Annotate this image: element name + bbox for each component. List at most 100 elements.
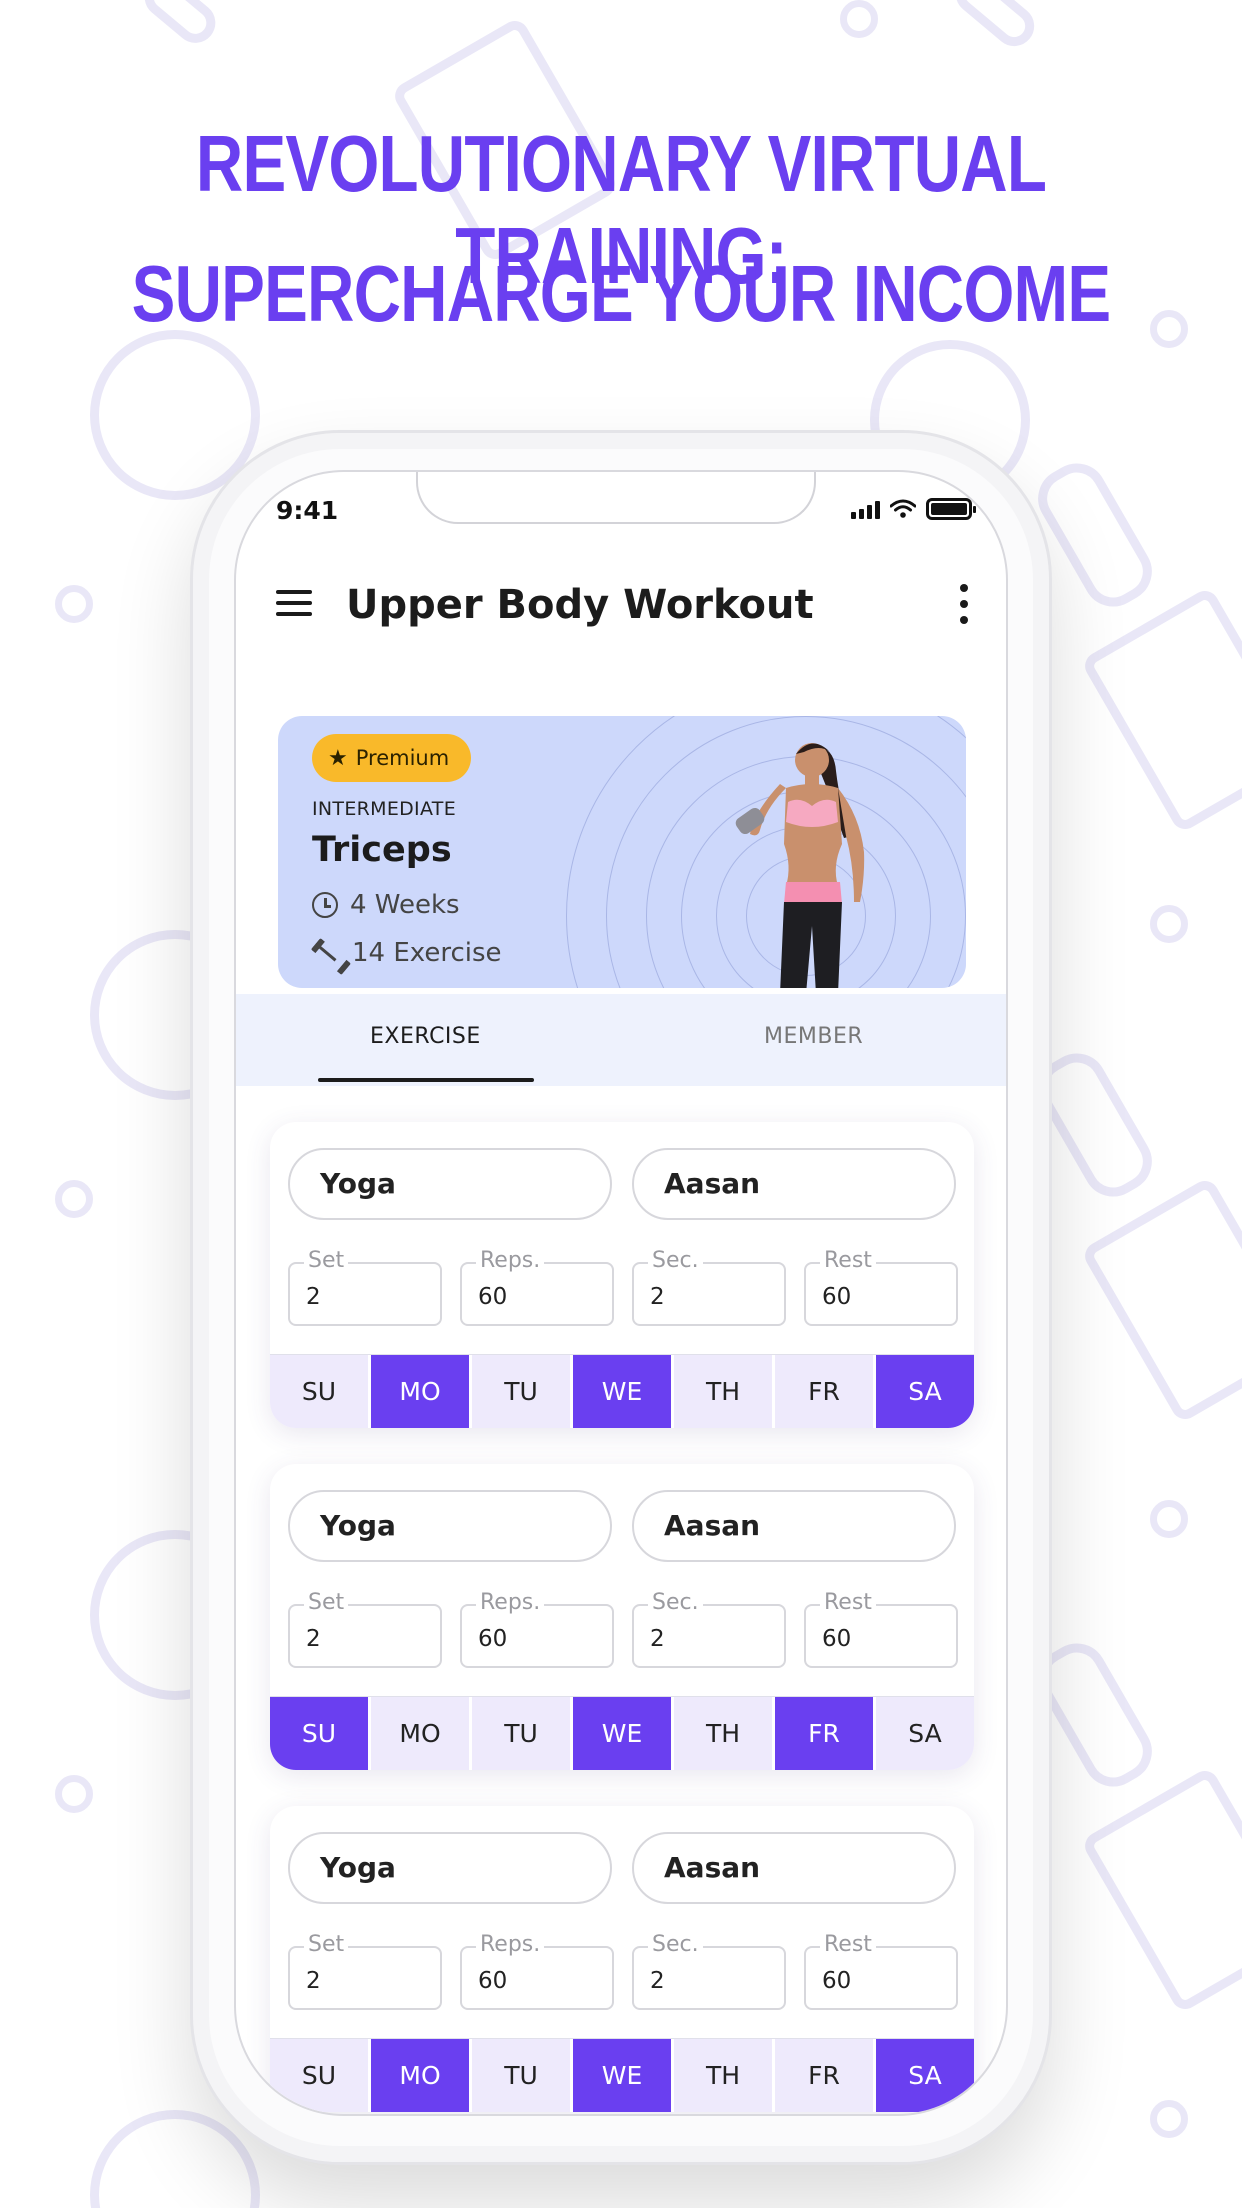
day-toggle-mo[interactable]: MO — [371, 1355, 472, 1428]
exercise-name-field[interactable]: Yoga — [288, 1832, 612, 1904]
clipboard-pattern-icon — [1080, 585, 1242, 835]
circle-pattern-icon — [55, 1775, 93, 1813]
day-selector: SU MO TU WE TH FR SA — [270, 1696, 974, 1770]
circle-pattern-icon — [1150, 1500, 1188, 1538]
rest-label: Rest — [820, 1248, 876, 1273]
rest-value: 60 — [822, 1968, 852, 1994]
clipboard-pattern-icon — [1080, 1175, 1242, 1425]
program-exercise-count-label: 14 Exercise — [352, 938, 502, 968]
tab-bar: EXERCISE MEMBER — [236, 994, 1006, 1086]
day-toggle-su[interactable]: SU — [270, 1355, 371, 1428]
circle-pattern-icon — [1150, 2100, 1188, 2138]
exercise-type-field[interactable]: Aasan — [632, 1490, 956, 1562]
rest-label: Rest — [820, 1932, 876, 1957]
circle-pattern-icon — [1150, 905, 1188, 943]
tab-exercise[interactable]: EXERCISE — [370, 1024, 481, 1049]
more-vertical-icon[interactable] — [958, 584, 970, 628]
wifi-icon — [890, 499, 916, 518]
rest-value: 60 — [822, 1284, 852, 1310]
day-toggle-tu[interactable]: TU — [472, 1355, 573, 1428]
set-label: Set — [304, 1590, 349, 1615]
reps-value: 60 — [478, 1626, 508, 1652]
exercise-type-field[interactable]: Aasan — [632, 1148, 956, 1220]
sec-label: Sec. — [648, 1248, 703, 1273]
day-selector: SU MO TU WE TH FR SA — [270, 2038, 974, 2112]
day-toggle-th[interactable]: TH — [674, 2039, 775, 2112]
day-toggle-sa[interactable]: SA — [876, 2039, 974, 2112]
reps-label: Reps. — [476, 1932, 545, 1957]
sec-value: 2 — [650, 1284, 665, 1310]
tab-member[interactable]: MEMBER — [764, 1024, 863, 1049]
program-duration-label: 4 Weeks — [350, 890, 460, 920]
program-level: INTERMEDIATE — [312, 798, 456, 820]
reps-field[interactable]: Reps. 60 — [460, 1248, 614, 1326]
sec-value: 2 — [650, 1968, 665, 1994]
battery-icon — [926, 498, 976, 520]
page-title: Upper Body Workout — [346, 582, 814, 628]
day-toggle-th[interactable]: TH — [674, 1697, 775, 1770]
day-toggle-fr[interactable]: FR — [775, 2039, 876, 2112]
set-label: Set — [304, 1248, 349, 1273]
day-toggle-th[interactable]: TH — [674, 1355, 775, 1428]
reps-value: 60 — [478, 1284, 508, 1310]
rest-field[interactable]: Rest 60 — [804, 1248, 958, 1326]
set-field[interactable]: Set 2 — [288, 1248, 442, 1326]
active-tab-indicator — [318, 1078, 534, 1082]
sec-field[interactable]: Sec. 2 — [632, 1590, 786, 1668]
set-field[interactable]: Set 2 — [288, 1932, 442, 2010]
reps-value: 60 — [478, 1968, 508, 1994]
set-value: 2 — [306, 1968, 321, 1994]
hamburger-menu-icon[interactable] — [276, 590, 312, 618]
exercise-name-field[interactable]: Yoga — [288, 1148, 612, 1220]
program-exercise-count: 14 Exercise — [312, 938, 502, 968]
program-duration: 4 Weeks — [312, 890, 460, 920]
day-toggle-sa[interactable]: SA — [876, 1697, 974, 1770]
exercise-name-field[interactable]: Yoga — [288, 1490, 612, 1562]
status-icons — [851, 498, 976, 520]
rest-value: 60 — [822, 1626, 852, 1652]
kettlebell-pattern-icon — [90, 2110, 260, 2208]
exercise-card: Yoga Aasan Set 2 Reps. 60 Sec. 2 Rest 60 SU … — [270, 1464, 974, 1770]
headline-line-2: SUPERCHARGE YOUR INCOME — [131, 249, 1111, 338]
day-toggle-sa[interactable]: SA — [876, 1355, 974, 1428]
trainer-figure-image — [735, 743, 865, 988]
status-time: 9:41 — [276, 496, 339, 525]
day-toggle-su[interactable]: SU — [270, 1697, 371, 1770]
day-toggle-tu[interactable]: TU — [472, 2039, 573, 2112]
day-toggle-mo[interactable]: MO — [371, 1697, 472, 1770]
day-toggle-fr[interactable]: FR — [775, 1697, 876, 1770]
day-toggle-we[interactable]: WE — [573, 1355, 674, 1428]
circle-pattern-icon — [1150, 310, 1188, 348]
set-value: 2 — [306, 1284, 321, 1310]
premium-badge: ★ Premium — [312, 734, 472, 782]
dumbbell-icon — [308, 935, 345, 971]
day-toggle-su[interactable]: SU — [270, 2039, 371, 2112]
set-field[interactable]: Set 2 — [288, 1590, 442, 1668]
sec-label: Sec. — [648, 1590, 703, 1615]
circle-pattern-icon — [55, 585, 93, 623]
sec-label: Sec. — [648, 1932, 703, 1957]
rest-field[interactable]: Rest 60 — [804, 1932, 958, 2010]
clock-icon — [312, 892, 338, 918]
signal-icon — [851, 499, 880, 519]
rest-field[interactable]: Rest 60 — [804, 1590, 958, 1668]
program-banner[interactable]: ★ Premium INTERMEDIATE Triceps 4 Weeks 1… — [278, 716, 966, 988]
exercise-type-field[interactable]: Aasan — [632, 1832, 956, 1904]
day-toggle-fr[interactable]: FR — [775, 1355, 876, 1428]
day-selector: SU MO TU WE TH FR SA — [270, 1354, 974, 1428]
dumbbell-pattern-icon — [136, 0, 224, 52]
sec-field[interactable]: Sec. 2 — [632, 1248, 786, 1326]
rest-label: Rest — [820, 1590, 876, 1615]
day-toggle-mo[interactable]: MO — [371, 2039, 472, 2112]
reps-field[interactable]: Reps. 60 — [460, 1590, 614, 1668]
reps-field[interactable]: Reps. 60 — [460, 1932, 614, 2010]
sec-field[interactable]: Sec. 2 — [632, 1932, 786, 2010]
set-label: Set — [304, 1932, 349, 1957]
program-name: Triceps — [312, 830, 452, 870]
reps-label: Reps. — [476, 1590, 545, 1615]
exercise-card: Yoga Aasan Set 2 Reps. 60 Sec. 2 Rest 60 SU … — [270, 1806, 974, 2112]
day-toggle-tu[interactable]: TU — [472, 1697, 573, 1770]
sec-value: 2 — [650, 1626, 665, 1652]
day-toggle-we[interactable]: WE — [573, 1697, 674, 1770]
day-toggle-we[interactable]: WE — [573, 2039, 674, 2112]
